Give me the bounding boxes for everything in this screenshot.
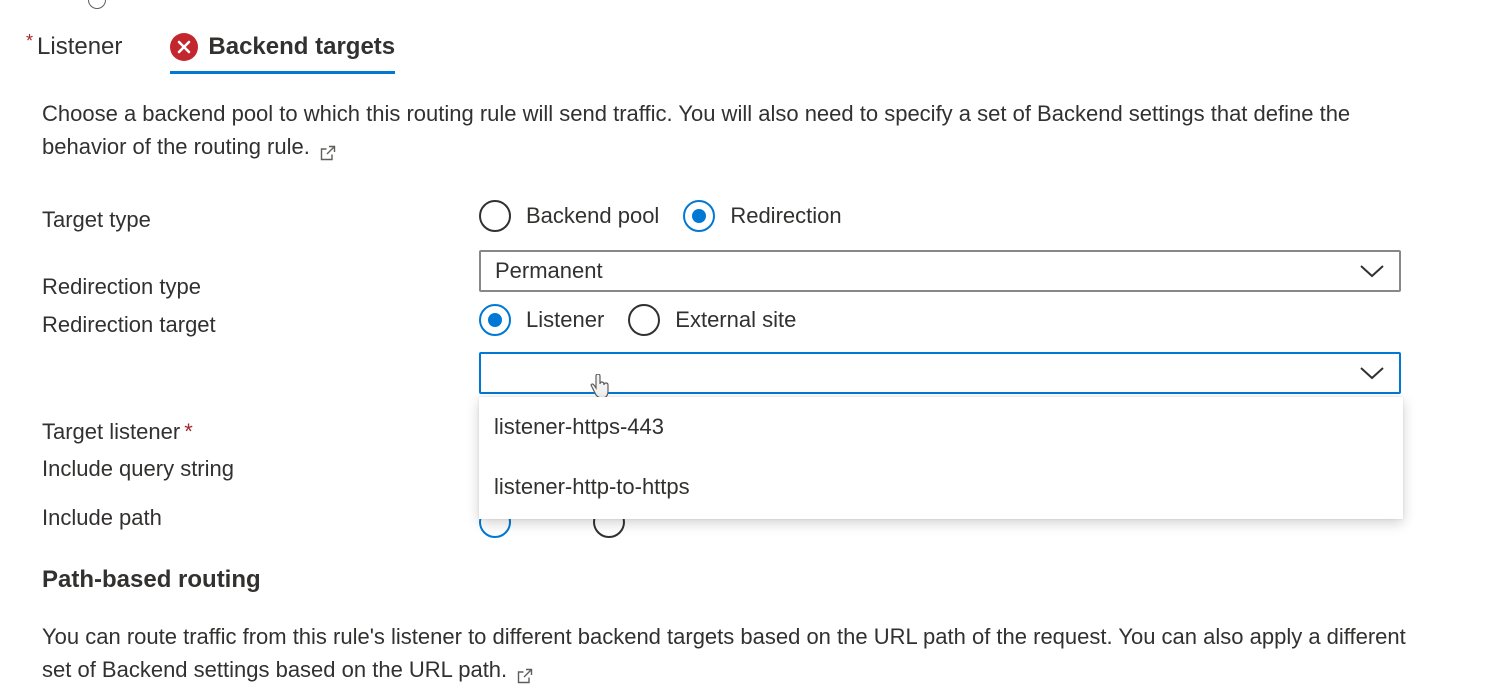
- include-query-string-label: Include query string: [42, 456, 234, 481]
- error-icon: [170, 33, 199, 61]
- target-listener-dropdown: listener-https-443 listener-http-to-http…: [479, 397, 1403, 519]
- path-based-routing-title: Path-based routing: [42, 566, 261, 593]
- target-listener-label-text: Target listener: [42, 419, 181, 444]
- target-listener-label: Target listener *: [42, 419, 193, 445]
- dropdown-option[interactable]: listener-http-to-https: [479, 457, 1403, 517]
- required-marker: *: [184, 419, 193, 444]
- target-type-label: Target type: [42, 207, 151, 232]
- chevron-down-icon: [1360, 367, 1384, 380]
- clipped-header-row: [28, 0, 106, 12]
- radio-backend-pool-label: Backend pool: [526, 203, 660, 228]
- redirection-type-select[interactable]: Permanent: [479, 250, 1401, 292]
- target-type-radio-group: Backend pool Redirection: [479, 200, 866, 232]
- radio-listener[interactable]: Listener: [479, 304, 604, 336]
- backend-description: Choose a backend pool to which this rout…: [42, 97, 1422, 163]
- tab-listener[interactable]: * Listener: [26, 24, 170, 70]
- external-link-icon[interactable]: [517, 660, 533, 684]
- external-link-icon[interactable]: [320, 137, 336, 161]
- path-based-routing-text: You can route traffic from this rule's l…: [42, 624, 1406, 682]
- radio-redirection-label: Redirection: [730, 203, 842, 228]
- dropdown-option[interactable]: listener-https-443: [479, 397, 1403, 457]
- radio-external-site[interactable]: External site: [628, 304, 796, 336]
- tab-bar: * Listener Backend targets: [26, 24, 395, 74]
- radio-circle-checked: [479, 304, 511, 336]
- radio-circle: [479, 200, 511, 232]
- target-listener-select[interactable]: [479, 352, 1401, 394]
- redirection-type-value: Permanent: [495, 258, 603, 283]
- backend-description-text: Choose a backend pool to which this rout…: [42, 101, 1351, 159]
- radio-backend-pool[interactable]: Backend pool: [479, 200, 659, 232]
- tab-listener-label: Listener: [37, 33, 123, 60]
- include-path-label: Include path: [42, 505, 162, 530]
- radio-circle-checked: [683, 200, 716, 232]
- radio-external-site-label: External site: [675, 307, 797, 332]
- required-marker: *: [26, 30, 34, 51]
- redirection-target-radio-group: Listener External site: [479, 304, 820, 336]
- radio-redirection[interactable]: Redirection: [683, 200, 842, 232]
- redirection-target-label: Redirection target: [42, 312, 216, 337]
- tab-backend-targets[interactable]: Backend targets: [170, 24, 396, 74]
- info-icon: [88, 0, 106, 10]
- radio-circle: [628, 304, 661, 336]
- path-based-routing-description: You can route traffic from this rule's l…: [42, 620, 1422, 686]
- redirection-type-label: Redirection type: [42, 274, 201, 299]
- chevron-down-icon: [1360, 265, 1384, 278]
- radio-listener-label: Listener: [526, 307, 605, 332]
- tab-backend-targets-label: Backend targets: [208, 33, 396, 60]
